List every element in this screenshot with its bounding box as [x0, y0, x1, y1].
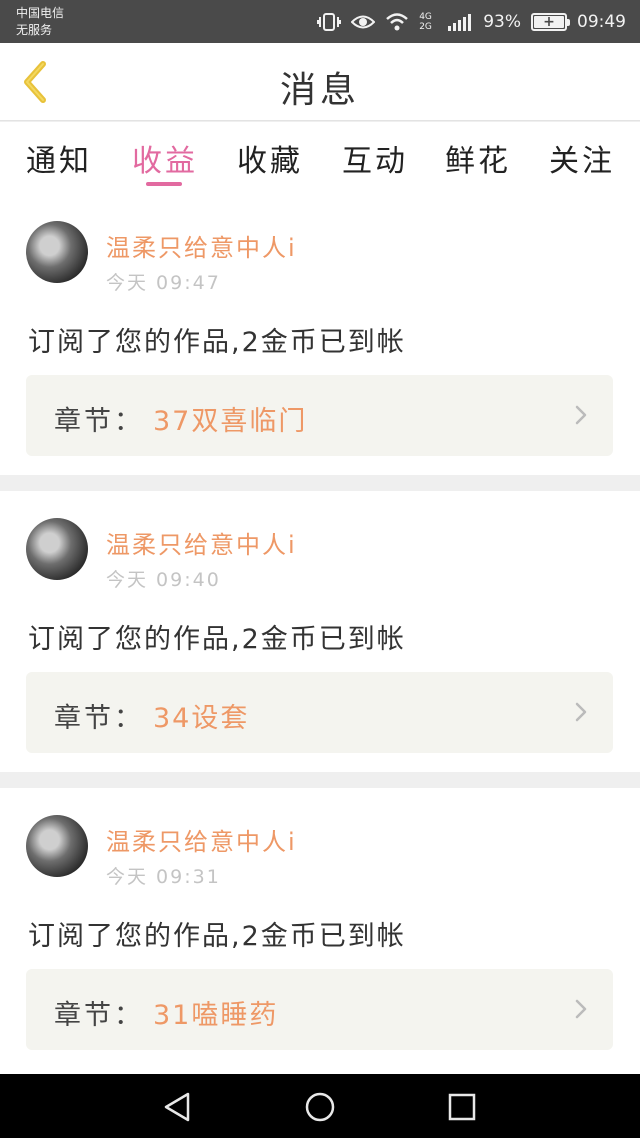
tab-favorites[interactable]: 收藏 [237, 136, 303, 180]
nav-home-button[interactable] [303, 1090, 337, 1124]
message-card: 温柔只给意中人i 今天 09:40 订阅了您的作品,2金币已到帐 章节： 34设… [0, 491, 640, 772]
carrier-service: 无服务 [16, 23, 53, 37]
chapter-link[interactable]: 章节： 31嗑睡药 [26, 969, 613, 1050]
wifi-icon [385, 13, 409, 31]
battery-icon: + [531, 13, 570, 31]
eye-comfort-icon [351, 13, 376, 31]
vibrate-icon [317, 12, 342, 32]
network-label: 4G 2G [419, 12, 432, 32]
back-triangle-icon [164, 1092, 190, 1122]
chapter-title: 34设套 [153, 703, 250, 734]
tab-follows[interactable]: 关注 [549, 136, 615, 180]
tab-earnings[interactable]: 收益 [132, 136, 198, 180]
page-title: 消息 [279, 70, 360, 111]
message-text: 订阅了您的作品,2金币已到帐 [28, 921, 406, 952]
system-nav-bar [0, 1074, 640, 1138]
tab-notifications[interactable]: 通知 [26, 136, 92, 180]
nav-back-button[interactable] [160, 1090, 194, 1124]
chapter-link[interactable]: 章节： 34设套 [26, 672, 613, 753]
active-tab-indicator [146, 182, 182, 186]
header: 消息 [0, 43, 640, 121]
message-card: 温柔只给意中人i 今天 09:31 订阅了您的作品,2金币已到帐 章节： 31嗑… [0, 788, 640, 1074]
message-card: 温柔只给意中人i 今天 09:47 订阅了您的作品,2金币已到帐 章节： 37双… [0, 192, 640, 475]
avatar[interactable] [26, 518, 88, 580]
username[interactable]: 温柔只给意中人i [106, 822, 297, 857]
home-circle-icon [305, 1092, 335, 1122]
tab-flowers[interactable]: 鲜花 [445, 136, 511, 180]
battery-percent: 93% [483, 12, 521, 32]
chapter-label: 章节： [54, 703, 144, 734]
message-time: 今天 09:40 [106, 569, 221, 591]
status-time: 09:49 [577, 12, 626, 32]
username[interactable]: 温柔只给意中人i [106, 228, 297, 263]
tab-interactions[interactable]: 互动 [342, 136, 408, 180]
chevron-right-icon [575, 702, 587, 722]
status-icons: 4G 2G 93% + 09:49 [317, 9, 626, 35]
message-text: 订阅了您的作品,2金币已到帐 [28, 624, 406, 655]
username[interactable]: 温柔只给意中人i [106, 525, 297, 560]
chevron-right-icon [575, 405, 587, 425]
chapter-title: 31嗑睡药 [153, 1000, 279, 1031]
chapter-title: 37双喜临门 [153, 406, 308, 437]
chapter-label: 章节： [54, 406, 144, 437]
tab-bar: 通知 收益 收藏 互动 鲜花 关注 [0, 122, 640, 192]
avatar[interactable] [26, 815, 88, 877]
message-time: 今天 09:31 [106, 866, 221, 888]
chapter-link[interactable]: 章节： 37双喜临门 [26, 375, 613, 456]
message-text: 订阅了您的作品,2金币已到帐 [28, 327, 406, 358]
status-bar: 中国电信 无服务 4G 2G 93% + 09:49 [0, 0, 640, 43]
recents-square-icon [448, 1093, 476, 1121]
message-time: 今天 09:47 [106, 272, 221, 294]
carrier-name: 中国电信 [16, 6, 65, 20]
chapter-label: 章节： [54, 1000, 144, 1031]
carrier-info: 中国电信 无服务 [16, 5, 64, 39]
nav-recents-button[interactable] [445, 1090, 479, 1124]
avatar[interactable] [26, 221, 88, 283]
signal-icon [447, 12, 473, 32]
chevron-right-icon [575, 999, 587, 1019]
